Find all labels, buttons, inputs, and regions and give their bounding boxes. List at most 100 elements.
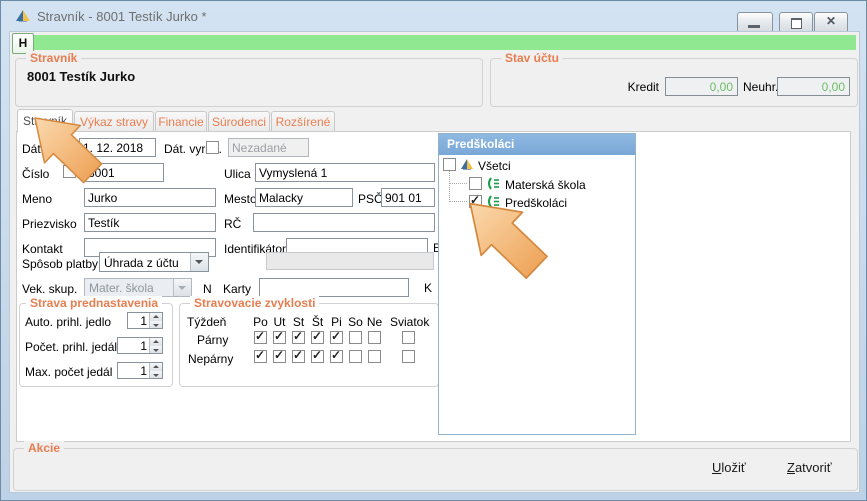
date-leave-checkbox[interactable] [206, 141, 219, 154]
city-input[interactable] [255, 188, 353, 207]
first-name-label: Meno [22, 192, 52, 206]
max-meals-spin-buttons[interactable] [149, 363, 162, 378]
even-so-checkbox[interactable] [349, 331, 362, 344]
even-st2-checkbox[interactable] [311, 331, 324, 344]
odd-ut-checkbox[interactable] [273, 350, 286, 363]
tree-predskolaci-checkbox[interactable] [469, 195, 482, 208]
person-groupbox-title: Stravník [26, 51, 81, 65]
auto-meal-spinner[interactable]: 1 [127, 312, 163, 329]
all-groups-pyramid-icon [460, 158, 474, 171]
tree-item-materska-skola[interactable]: Materská škola [505, 178, 586, 192]
first-name-input[interactable] [84, 188, 216, 207]
tree-vsetci-checkbox[interactable] [443, 158, 456, 171]
tree-item-vsetci[interactable]: Všetci [478, 159, 511, 173]
restore-icon [791, 18, 802, 29]
neuhr-value: 0,00 [777, 77, 850, 96]
last-name-input[interactable] [84, 213, 216, 232]
city-label: Mesto [224, 192, 257, 206]
odd-holiday-checkbox[interactable] [402, 350, 415, 363]
actions-groupbox-title: Akcie [24, 441, 64, 455]
minimize-icon [748, 25, 760, 28]
tab-financie[interactable]: Financie [155, 111, 207, 132]
number-checkbox[interactable] [63, 165, 76, 178]
tree-connector-h2 [449, 201, 467, 202]
date-leave-input [228, 138, 309, 157]
week-label: Týždeň [187, 315, 226, 329]
number-label: Číslo [22, 167, 49, 181]
payment-extra-field [266, 252, 434, 270]
tree-materska-checkbox[interactable] [469, 177, 482, 190]
day-label-so: So [346, 315, 365, 329]
odd-po-checkbox[interactable] [254, 350, 267, 363]
even-ut-checkbox[interactable] [273, 331, 286, 344]
day-label-st2: Št [308, 315, 327, 329]
tab-stravnik[interactable]: Stravník [17, 109, 73, 132]
auto-meal-spin-buttons[interactable] [149, 313, 162, 328]
date-start-input[interactable] [79, 138, 156, 157]
title-bar: Stravník - 8001 Testík Jurko * ✕ [1, 1, 866, 31]
holiday-label: Sviatok [390, 315, 429, 329]
count-meals-label: Počet. prihl. jedál [25, 340, 117, 354]
even-st-checkbox[interactable] [292, 331, 305, 344]
age-group-value: Mater. škola [89, 281, 154, 295]
account-groupbox-title: Stav účtu [501, 51, 563, 65]
count-meals-value: 1 [140, 339, 147, 353]
tree-connector-v [449, 171, 450, 202]
zip-label: PSČ [358, 192, 383, 206]
odd-week-label: Nepárny [188, 352, 233, 366]
rc-input[interactable] [253, 213, 435, 232]
meal-presets-title: Strava prednastavenia [26, 296, 162, 310]
contact-label: Kontakt [22, 242, 63, 256]
max-meals-label: Max. počet jedál [25, 365, 112, 379]
zip-input[interactable] [381, 188, 435, 207]
street-label: Ulica [224, 167, 251, 181]
count-meals-spinner[interactable]: 1 [117, 337, 163, 354]
even-holiday-checkbox[interactable] [402, 331, 415, 344]
odd-st-checkbox[interactable] [292, 350, 305, 363]
close-form-button[interactable]: Zatvoriť [781, 459, 838, 476]
spin-down-icon[interactable] [150, 346, 162, 354]
age-group-label: Vek. skup. [22, 282, 77, 296]
spin-down-icon[interactable] [150, 321, 162, 329]
auto-meal-value: 1 [140, 314, 147, 328]
payment-dropdown-icon[interactable] [190, 253, 208, 271]
day-label-ut: Ut [270, 315, 289, 329]
number-input[interactable] [84, 163, 164, 182]
even-ne-checkbox[interactable] [368, 331, 381, 344]
day-label-po: Po [251, 315, 270, 329]
close-icon: ✕ [815, 14, 847, 28]
eating-habits-title: Stravovacie zvyklosti [190, 296, 319, 310]
max-meals-value: 1 [140, 364, 147, 378]
count-meals-spin-buttons[interactable] [149, 338, 162, 353]
even-week-label: Párny [197, 333, 228, 347]
tab-rozsirene[interactable]: Rozšírené [271, 111, 335, 132]
save-button[interactable]: Uložiť [706, 459, 752, 476]
payment-combobox[interactable]: Úhrada z účtu [99, 252, 209, 272]
tab-vykaz-stravy[interactable]: Výkaz stravy [74, 111, 154, 132]
person-name: 8001 Testík Jurko [27, 69, 135, 84]
groups-panel-header: Predškoláci [439, 134, 635, 155]
neuhr-label: Neuhr. [743, 80, 778, 94]
odd-so-checkbox[interactable] [349, 350, 362, 363]
day-label-ne: Ne [365, 315, 384, 329]
group-list-icon [486, 177, 501, 190]
odd-st2-checkbox[interactable] [311, 350, 324, 363]
age-group-dropdown-icon [173, 279, 191, 296]
age-group-suffix-label: N [203, 282, 212, 296]
tab-surodenci[interactable]: Súrodenci [208, 111, 270, 132]
payment-value: Úhrada z účtu [104, 256, 179, 270]
max-meals-spinner[interactable]: 1 [117, 362, 163, 379]
even-pi-checkbox[interactable] [330, 331, 343, 344]
kredit-value: 0,00 [665, 77, 738, 96]
cards-input[interactable] [259, 278, 409, 297]
street-input[interactable] [255, 163, 435, 182]
odd-pi-checkbox[interactable] [330, 350, 343, 363]
rc-label: RČ [224, 217, 241, 231]
date-start-label: Dát. nást. [22, 142, 73, 156]
odd-ne-checkbox[interactable] [368, 350, 381, 363]
spin-down-icon[interactable] [150, 371, 162, 379]
app-icon [15, 8, 31, 23]
tree-item-predskolaci[interactable]: Predškoláci [505, 196, 567, 210]
app-window: Stravník - 8001 Testík Jurko * ✕ H Strav… [0, 0, 867, 501]
even-po-checkbox[interactable] [254, 331, 267, 344]
